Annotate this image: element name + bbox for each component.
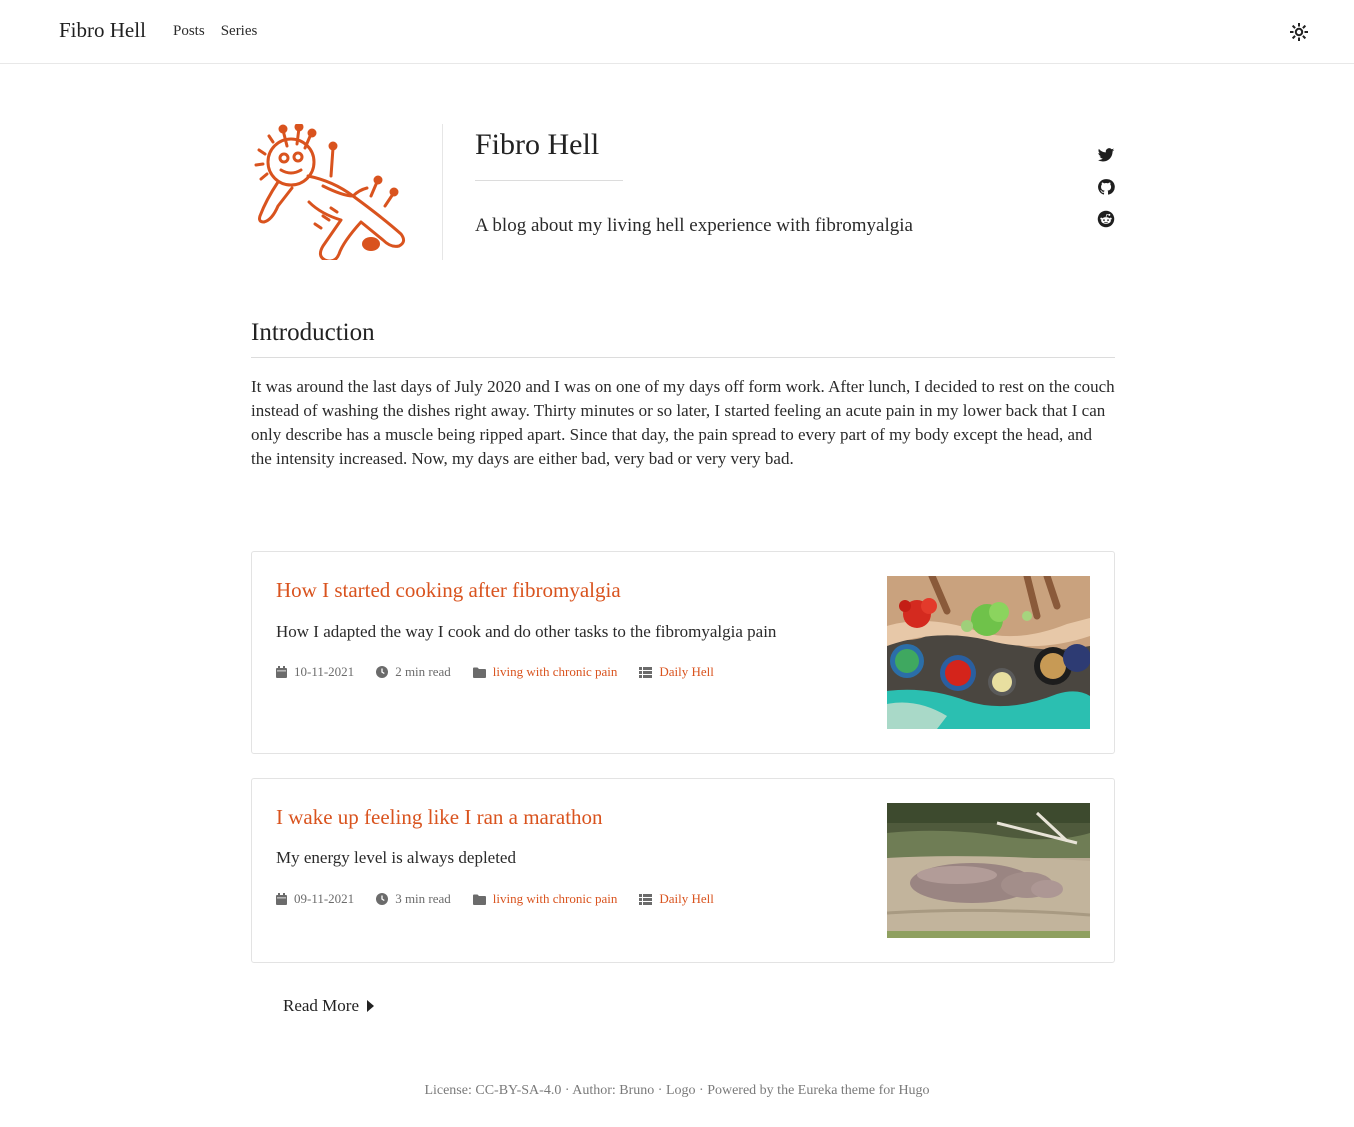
post-series-link[interactable]: Daily Hell <box>659 664 714 680</box>
social-links <box>1097 146 1117 242</box>
post-read-time: 3 min read <box>376 891 451 907</box>
nav-series-link[interactable]: Series <box>221 23 258 40</box>
read-more-link[interactable]: Read More <box>283 996 375 1016</box>
introduction-underline <box>251 357 1115 358</box>
post-title-link[interactable]: How I started cooking after fibromyalgia <box>276 578 621 603</box>
read-more-label: Read More <box>283 996 360 1015</box>
nav-posts-link[interactable]: Posts <box>173 23 205 40</box>
footer-author-link[interactable]: Author: Bruno <box>572 1083 654 1098</box>
post-category-link[interactable]: living with chronic pain <box>493 664 618 680</box>
post-read-time-text: 3 min read <box>395 891 451 906</box>
title-underline <box>475 180 623 181</box>
footer-separator: · <box>654 1083 666 1098</box>
reddit-icon[interactable] <box>1097 210 1115 228</box>
post-read-time: 2 min read <box>376 664 451 680</box>
post-meta: 10-11-2021 2 min read living with chroni… <box>276 664 736 680</box>
brand-link[interactable]: Fibro Hell <box>59 18 146 43</box>
post-meta: 09-11-2021 3 min read living with chroni… <box>276 891 736 907</box>
post-card: How I started cooking after fibromyalgia… <box>251 551 1115 754</box>
voodoo-doll-logo <box>254 124 406 260</box>
post-category-link[interactable]: living with chronic pain <box>493 891 618 907</box>
calendar-icon <box>276 893 287 905</box>
post-series: Daily Hell <box>639 664 714 680</box>
post-card: I wake up feeling like I ran a marathon … <box>251 778 1115 963</box>
introduction-text: It was around the last days of July 2020… <box>251 377 1115 468</box>
post-series: Daily Hell <box>639 891 714 907</box>
post-read-time-text: 2 min read <box>395 664 451 679</box>
profile-divider <box>442 124 443 260</box>
twitter-icon[interactable] <box>1097 146 1115 164</box>
post-title-link[interactable]: I wake up feeling like I ran a marathon <box>276 805 603 830</box>
site-tagline: A blog about my living hell experience w… <box>475 215 913 236</box>
github-icon[interactable] <box>1097 178 1115 196</box>
footer-license: License: CC-BY-SA-4.0 <box>424 1083 562 1098</box>
post-date: 10-11-2021 <box>276 664 354 680</box>
sun-icon[interactable] <box>1289 22 1309 42</box>
post-date: 09-11-2021 <box>276 891 354 907</box>
list-icon <box>639 666 653 678</box>
footer: License: CC-BY-SA-4.0 · Author: Bruno · … <box>0 1083 1354 1099</box>
footer-separator: · <box>561 1083 573 1098</box>
calendar-icon <box>276 666 287 678</box>
folder-icon <box>472 667 486 678</box>
post-category: living with chronic pain <box>472 891 618 907</box>
site-title: Fibro Hell <box>475 128 600 161</box>
list-icon <box>639 893 653 905</box>
post-date-text: 09-11-2021 <box>294 891 355 906</box>
post-date-text: 10-11-2021 <box>294 664 355 679</box>
post-summary: How I adapted the way I cook and do othe… <box>276 622 777 641</box>
caret-right-icon <box>367 1000 375 1012</box>
footer-powered-link[interactable]: Powered by the Eureka theme for Hugo <box>707 1083 929 1098</box>
footer-separator: · <box>695 1083 708 1098</box>
introduction-heading: Introduction <box>251 319 375 346</box>
main-nav: Posts Series <box>173 23 257 40</box>
top-navbar: Fibro Hell Posts Series <box>0 0 1354 64</box>
post-thumbnail-cooking[interactable] <box>887 576 1090 729</box>
post-summary: My energy level is always depleted <box>276 848 516 867</box>
footer-logo-link[interactable]: Logo <box>666 1083 696 1098</box>
clock-icon <box>376 893 389 905</box>
clock-icon <box>376 666 389 678</box>
folder-icon <box>472 894 486 905</box>
post-thumbnail-hippo[interactable] <box>887 803 1090 938</box>
post-series-link[interactable]: Daily Hell <box>659 891 714 907</box>
post-category: living with chronic pain <box>472 664 618 680</box>
